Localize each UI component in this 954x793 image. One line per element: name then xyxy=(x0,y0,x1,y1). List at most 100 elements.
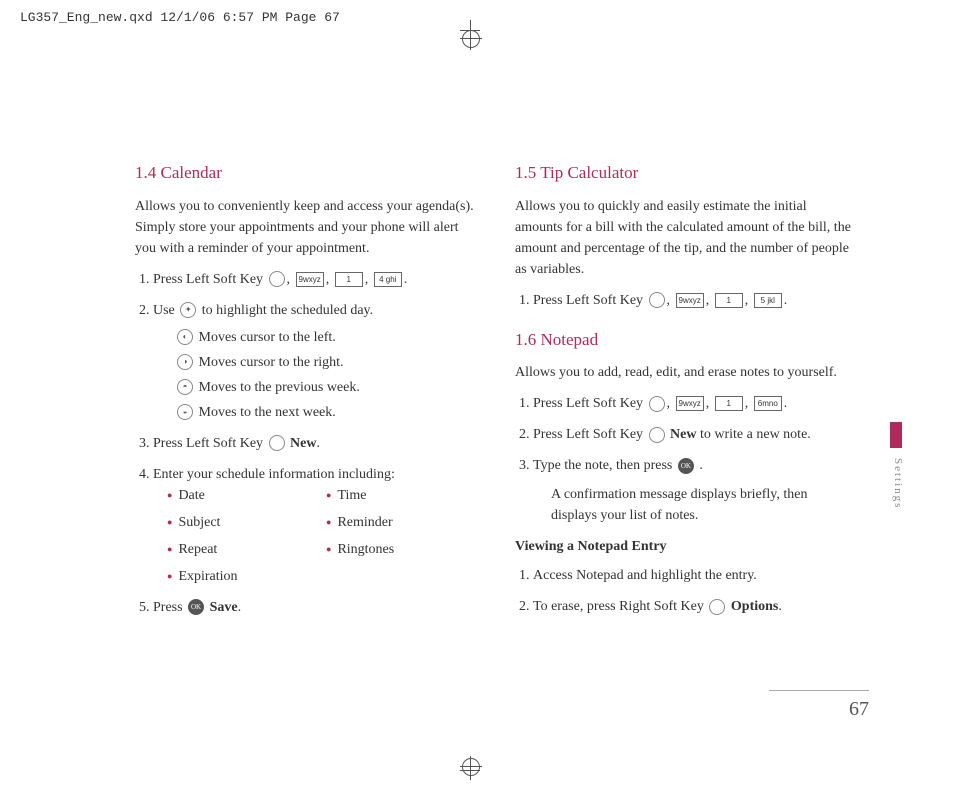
text: Moves cursor to the right. xyxy=(199,355,344,370)
ok-key-icon: OK xyxy=(678,458,694,474)
nav-down-icon: ◒ xyxy=(177,404,193,420)
softkey-icon xyxy=(269,435,285,451)
text: , xyxy=(365,272,372,287)
view-step-1: Access Notepad and highlight the entry. xyxy=(533,565,855,586)
nav-left-icon: ◐ xyxy=(177,329,193,345)
text: Press Left Soft Key xyxy=(153,436,267,451)
section-tab xyxy=(890,422,902,448)
text: Press xyxy=(153,600,186,615)
key-6-icon: 6mno xyxy=(754,396,782,411)
text: . xyxy=(784,396,788,411)
bullet-date: Date xyxy=(167,485,316,506)
label-new: New xyxy=(670,427,696,442)
softkey-icon xyxy=(269,271,285,287)
np-step-1: Press Left Soft Key , 9wxyz, 1, 6mno. xyxy=(533,393,855,414)
text: . xyxy=(778,599,782,614)
text: , xyxy=(667,396,674,411)
notepad-intro: Allows you to add, read, edit, and erase… xyxy=(515,362,855,383)
text: Press Left Soft Key xyxy=(533,293,647,308)
registration-mark-icon xyxy=(462,758,480,776)
text: Press Left Soft Key xyxy=(533,427,647,442)
registration-mark-icon xyxy=(462,30,480,48)
notepad-steps: Press Left Soft Key , 9wxyz, 1, 6mno. Pr… xyxy=(515,393,855,526)
key-9-icon: 9wxyz xyxy=(676,293,704,308)
key-9-icon: 9wxyz xyxy=(296,272,324,287)
text: , xyxy=(745,293,752,308)
text: Moves to the next week. xyxy=(199,405,336,420)
key-4-icon: 4 ghi xyxy=(374,272,402,287)
key-9-icon: 9wxyz xyxy=(676,396,704,411)
text: Press Left Soft Key xyxy=(533,396,647,411)
text: to highlight the scheduled day. xyxy=(202,303,373,318)
nav-directions: ◐ Moves cursor to the left. ◑ Moves curs… xyxy=(175,327,475,423)
page-number: 67 xyxy=(849,698,869,721)
text: , xyxy=(287,272,294,287)
text: , xyxy=(706,293,713,308)
schedule-fields: Date Time Subject Reminder Repeat Ringto… xyxy=(167,485,475,587)
bullet-expiration: Expiration xyxy=(167,566,316,587)
text: . xyxy=(784,293,788,308)
left-column: 1.4 Calendar Allows you to conveniently … xyxy=(135,160,475,628)
footer-rule xyxy=(769,690,869,691)
step-5: Press OK Save. xyxy=(153,597,475,618)
text: Enter your schedule information includin… xyxy=(153,467,395,482)
key-1-icon: 1 xyxy=(715,293,743,308)
step-3: Press Left Soft Key New. xyxy=(153,433,475,454)
section-label: Settings xyxy=(892,458,904,509)
calendar-steps: Press Left Soft Key , 9wxyz, 1, 4 ghi. U… xyxy=(135,269,475,618)
heading-notepad: 1.6 Notepad xyxy=(515,327,855,353)
calendar-intro: Allows you to conveniently keep and acce… xyxy=(135,196,475,259)
bullet-reminder: Reminder xyxy=(326,512,475,533)
text: . xyxy=(699,458,703,473)
key-1-icon: 1 xyxy=(715,396,743,411)
tip-steps: Press Left Soft Key , 9wxyz, 1, 5 jkl. xyxy=(515,290,855,311)
text: , xyxy=(326,272,333,287)
ok-key-icon: OK xyxy=(188,599,204,615)
text: Use xyxy=(153,303,178,318)
right-column: 1.5 Tip Calculator Allows you to quickly… xyxy=(515,160,855,628)
bullet-ringtones: Ringtones xyxy=(326,539,475,560)
key-5-icon: 5 jkl xyxy=(754,293,782,308)
label-new: New xyxy=(290,436,316,451)
np-confirm: A confirmation message displays briefly,… xyxy=(551,484,855,526)
text: , xyxy=(667,293,674,308)
heading-tip: 1.5 Tip Calculator xyxy=(515,160,855,186)
label-save: Save xyxy=(210,600,238,615)
heading-calendar: 1.4 Calendar xyxy=(135,160,475,186)
step-2: Use ✦ to highlight the scheduled day. ◐ … xyxy=(153,300,475,423)
bullet-time: Time xyxy=(326,485,475,506)
page-content: 1.4 Calendar Allows you to conveniently … xyxy=(135,160,855,628)
nav-up-icon: ◓ xyxy=(177,379,193,395)
bullet-repeat: Repeat xyxy=(167,539,316,560)
view-step-2: To erase, press Right Soft Key Options. xyxy=(533,596,855,617)
text: To erase, press Right Soft Key xyxy=(533,599,707,614)
print-header: LG357_Eng_new.qxd 12/1/06 6:57 PM Page 6… xyxy=(20,10,340,25)
np-step-2: Press Left Soft Key New to write a new n… xyxy=(533,424,855,445)
step-4: Enter your schedule information includin… xyxy=(153,464,475,587)
step-1: Press Left Soft Key , 9wxyz, 1, 4 ghi. xyxy=(153,269,475,290)
tip-intro: Allows you to quickly and easily estimat… xyxy=(515,196,855,280)
text: Type the note, then press xyxy=(533,458,676,473)
text: Moves cursor to the left. xyxy=(199,330,336,345)
label-options: Options xyxy=(731,599,778,614)
text: . xyxy=(316,436,320,451)
bullet-subject: Subject xyxy=(167,512,316,533)
text: Moves to the previous week. xyxy=(199,380,360,395)
key-1-icon: 1 xyxy=(335,272,363,287)
softkey-icon xyxy=(649,292,665,308)
softkey-icon xyxy=(709,599,725,615)
viewing-subhead: Viewing a Notepad Entry xyxy=(515,536,855,557)
nav-pad-icon: ✦ xyxy=(180,302,196,318)
text: . xyxy=(404,272,408,287)
text: , xyxy=(745,396,752,411)
nav-right-icon: ◑ xyxy=(177,354,193,370)
text: , xyxy=(706,396,713,411)
np-step-3: Type the note, then press OK . A confirm… xyxy=(533,455,855,526)
text: to write a new note. xyxy=(700,427,811,442)
softkey-icon xyxy=(649,396,665,412)
viewing-steps: Access Notepad and highlight the entry. … xyxy=(515,565,855,617)
tip-step-1: Press Left Soft Key , 9wxyz, 1, 5 jkl. xyxy=(533,290,855,311)
text: Press Left Soft Key xyxy=(153,272,267,287)
softkey-icon xyxy=(649,427,665,443)
text: . xyxy=(238,600,242,615)
